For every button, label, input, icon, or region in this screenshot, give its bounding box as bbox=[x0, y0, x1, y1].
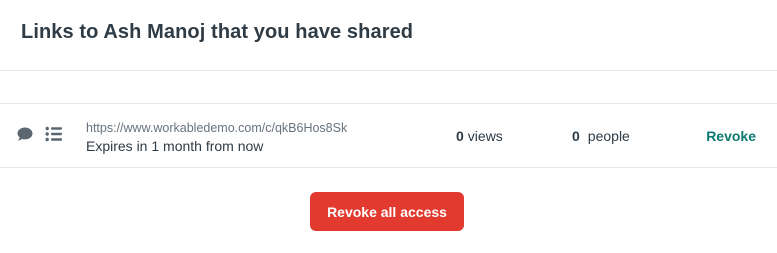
shared-links-panel: Links to Ash Manoj that you have shared … bbox=[0, 0, 777, 253]
link-url: https://www.workabledemo.com/c/qkB6Hos8S… bbox=[86, 121, 348, 135]
views-number: 0 bbox=[456, 128, 464, 144]
people-label: people bbox=[587, 128, 630, 144]
page-title: Links to Ash Manoj that you have shared bbox=[21, 21, 414, 43]
divider bbox=[0, 70, 777, 71]
revoke-link[interactable]: Revoke bbox=[706, 128, 756, 144]
views-label: views bbox=[467, 128, 503, 144]
people-count: 0 people bbox=[572, 128, 630, 144]
people-number: 0 bbox=[572, 128, 580, 144]
list-icon bbox=[45, 126, 63, 142]
link-expiry: Expires in 1 month from now bbox=[86, 138, 264, 154]
revoke-all-access-button[interactable]: Revoke all access bbox=[310, 192, 464, 231]
views-count: 0 views bbox=[456, 128, 503, 144]
comment-icon bbox=[16, 126, 34, 142]
link-row: https://www.workabledemo.com/c/qkB6Hos8S… bbox=[0, 103, 777, 168]
